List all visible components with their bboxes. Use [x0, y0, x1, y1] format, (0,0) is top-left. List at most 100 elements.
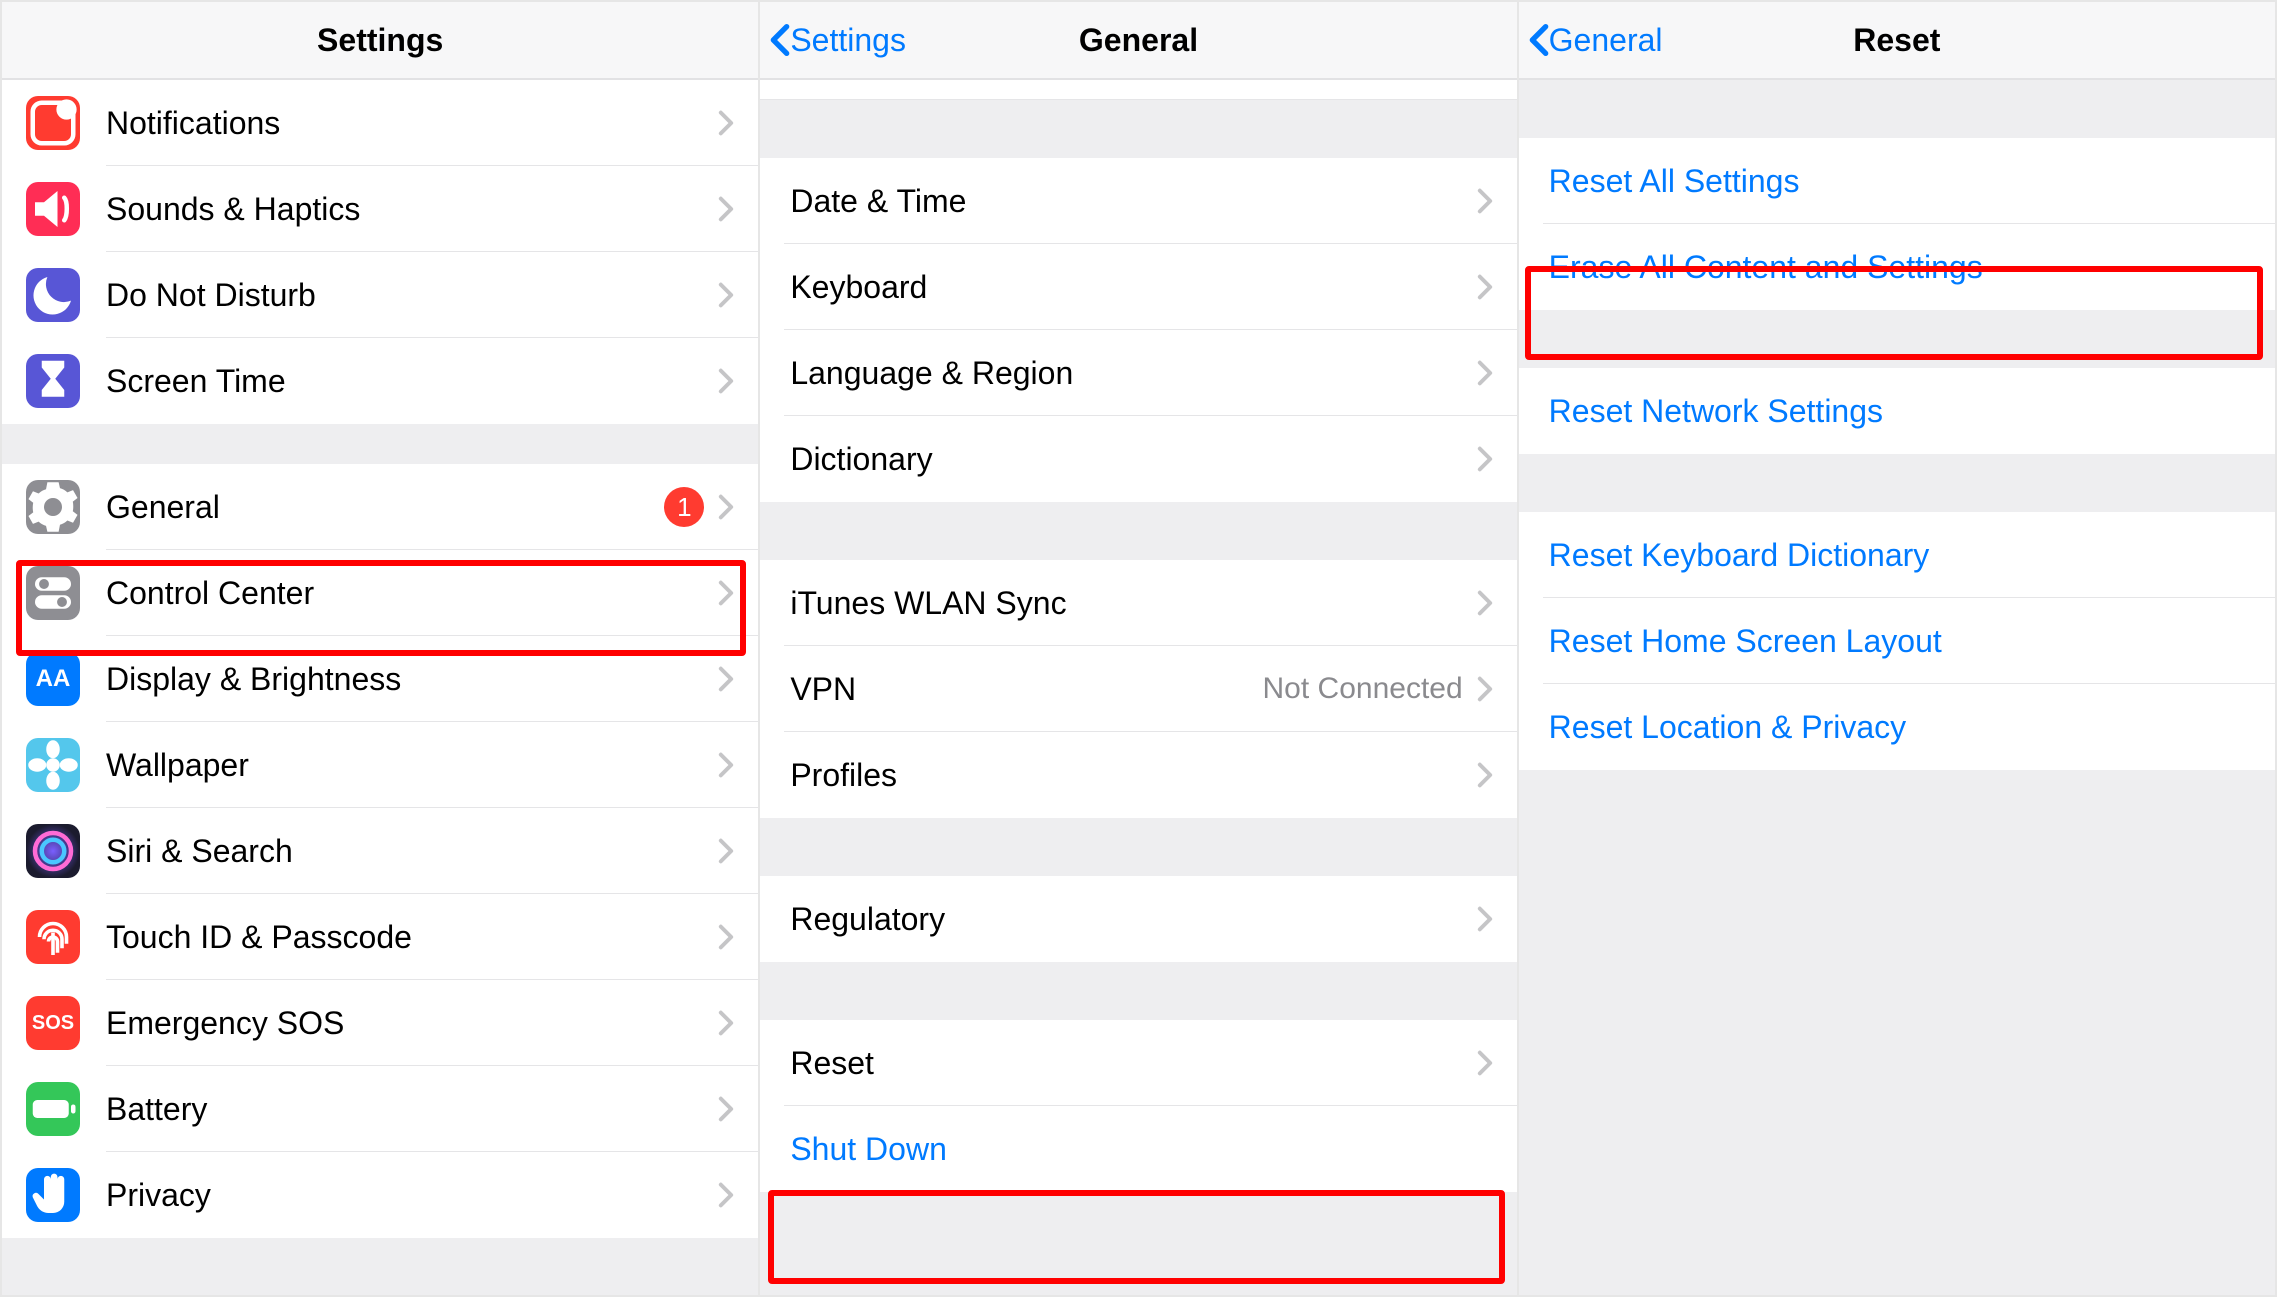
siri-icon	[26, 824, 80, 878]
row-dictionary[interactable]: Dictionary	[760, 416, 1516, 502]
flower-icon	[26, 738, 80, 792]
row-label: Language & Region	[790, 355, 1476, 392]
row-label: Control Center	[106, 575, 718, 612]
row-label: Display & Brightness	[106, 661, 718, 698]
row-general[interactable]: General 1	[2, 464, 758, 550]
row-label: Date & Time	[790, 183, 1476, 220]
row-label: Notifications	[106, 105, 718, 142]
chevron-right-icon	[718, 1182, 734, 1208]
sos-icon: SOS	[26, 996, 80, 1050]
chevron-right-icon	[1477, 762, 1493, 788]
battery-icon	[26, 1082, 80, 1136]
row-label: Reset Home Screen Layout	[1549, 623, 2251, 660]
row-shut-down[interactable]: Shut Down	[760, 1106, 1516, 1192]
row-reset-keyboard-dictionary[interactable]: Reset Keyboard Dictionary	[1519, 512, 2275, 598]
back-button-general[interactable]: Settings	[770, 2, 906, 78]
notifications-icon	[26, 96, 80, 150]
row-label: Reset All Settings	[1549, 163, 2251, 200]
content-settings: Notifications Sounds & Haptics	[2, 80, 758, 1295]
row-label: Do Not Disturb	[106, 277, 718, 314]
page-title: General	[1079, 22, 1198, 59]
badge-count: 1	[664, 487, 704, 527]
row-screen-time[interactable]: Screen Time	[2, 338, 758, 424]
row-battery[interactable]: Battery	[2, 1066, 758, 1152]
row-privacy[interactable]: Privacy	[2, 1152, 758, 1238]
row-do-not-disturb[interactable]: Do Not Disturb	[2, 252, 758, 338]
row-label: Battery	[106, 1091, 718, 1128]
row-reset-all-settings[interactable]: Reset All Settings	[1519, 138, 2275, 224]
row-touch-id-passcode[interactable]: Touch ID & Passcode	[2, 894, 758, 980]
navbar-settings: Settings	[2, 2, 758, 80]
gear-icon	[26, 480, 80, 534]
chevron-right-icon	[1477, 446, 1493, 472]
row-itunes-wlan-sync[interactable]: iTunes WLAN Sync	[760, 560, 1516, 646]
back-button-reset[interactable]: General	[1529, 2, 1663, 78]
reset-group-c: Reset Keyboard Dictionary Reset Home Scr…	[1519, 512, 2275, 770]
row-notifications[interactable]: Notifications	[2, 80, 758, 166]
chevron-right-icon	[718, 368, 734, 394]
partial-previous-group	[760, 80, 1516, 100]
pane-reset: General Reset Reset All Settings Erase A…	[1519, 2, 2275, 1295]
back-label: Settings	[790, 22, 906, 59]
row-display-brightness[interactable]: AA Display & Brightness	[2, 636, 758, 722]
general-group-b: iTunes WLAN Sync VPN Not Connected Profi…	[760, 560, 1516, 818]
row-keyboard[interactable]: Keyboard	[760, 244, 1516, 330]
chevron-right-icon	[718, 666, 734, 692]
hourglass-icon	[26, 354, 80, 408]
row-sounds-haptics[interactable]: Sounds & Haptics	[2, 166, 758, 252]
content-reset: Reset All Settings Erase All Content and…	[1519, 80, 2275, 1295]
row-wallpaper[interactable]: Wallpaper	[2, 722, 758, 808]
row-label: Keyboard	[790, 269, 1476, 306]
chevron-right-icon	[718, 752, 734, 778]
row-reset-location-privacy[interactable]: Reset Location & Privacy	[1519, 684, 2275, 770]
row-reset-home-screen-layout[interactable]: Reset Home Screen Layout	[1519, 598, 2275, 684]
aa-icon: AA	[26, 652, 80, 706]
row-label: Wallpaper	[106, 747, 718, 784]
row-label: Reset	[790, 1045, 1476, 1082]
row-date-time[interactable]: Date & Time	[760, 158, 1516, 244]
chevron-left-icon	[1529, 23, 1549, 57]
row-reset-network-settings[interactable]: Reset Network Settings	[1519, 368, 2275, 454]
chevron-right-icon	[718, 1096, 734, 1122]
row-label: General	[106, 489, 664, 526]
row-label: Privacy	[106, 1177, 718, 1214]
row-profiles[interactable]: Profiles	[760, 732, 1516, 818]
reset-group-b: Reset Network Settings	[1519, 368, 2275, 454]
row-control-center[interactable]: Control Center	[2, 550, 758, 636]
row-vpn[interactable]: VPN Not Connected	[760, 646, 1516, 732]
chevron-right-icon	[1477, 188, 1493, 214]
chevron-right-icon	[718, 838, 734, 864]
chevron-right-icon	[1477, 676, 1493, 702]
row-regulatory[interactable]: Regulatory	[760, 876, 1516, 962]
row-label: Screen Time	[106, 363, 718, 400]
row-siri-search[interactable]: Siri & Search	[2, 808, 758, 894]
row-label: Siri & Search	[106, 833, 718, 870]
general-group-c: Regulatory	[760, 876, 1516, 962]
row-label: Regulatory	[790, 901, 1476, 938]
chevron-right-icon	[1477, 274, 1493, 300]
moon-icon	[26, 268, 80, 322]
chevron-right-icon	[718, 924, 734, 950]
chevron-right-icon	[718, 494, 734, 520]
row-emergency-sos[interactable]: SOS Emergency SOS	[2, 980, 758, 1066]
general-group-d: Reset Shut Down	[760, 1020, 1516, 1192]
row-label: Touch ID & Passcode	[106, 919, 718, 956]
row-value: Not Connected	[1263, 672, 1463, 706]
row-label: Reset Keyboard Dictionary	[1549, 537, 2251, 574]
row-label: iTunes WLAN Sync	[790, 585, 1476, 622]
page-title: Reset	[1853, 22, 1940, 59]
row-label: Sounds & Haptics	[106, 191, 718, 228]
row-language-region[interactable]: Language & Region	[760, 330, 1516, 416]
row-label: Profiles	[790, 757, 1476, 794]
row-label: VPN	[790, 671, 1262, 708]
chevron-left-icon	[770, 23, 790, 57]
chevron-right-icon	[1477, 590, 1493, 616]
row-erase-all-content[interactable]: Erase All Content and Settings	[1519, 224, 2275, 310]
pane-settings: Settings Notifications Sounds & Haptics	[2, 2, 760, 1295]
row-label: Erase All Content and Settings	[1549, 249, 2251, 286]
reset-group-a: Reset All Settings Erase All Content and…	[1519, 138, 2275, 310]
row-reset[interactable]: Reset	[760, 1020, 1516, 1106]
page-title: Settings	[317, 22, 443, 59]
fingerprint-icon	[26, 910, 80, 964]
navbar-general: Settings General	[760, 2, 1516, 80]
